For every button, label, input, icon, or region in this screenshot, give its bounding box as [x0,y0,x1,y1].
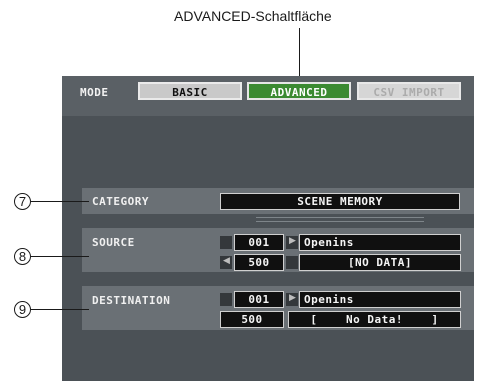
destination-label: DESTINATION [92,294,171,307]
arrow-right-icon: ▶ [289,236,296,246]
destination-name-1[interactable]: Openins [299,291,461,308]
callout-number-9: 9 [14,301,31,318]
source-row2-left-arrow[interactable]: ◀ [220,256,232,269]
source-row1-right-arrow[interactable]: ▶ [286,236,298,249]
destination-row1-left-arrow[interactable] [220,293,232,306]
source-name-2[interactable]: [NO DATA] [299,254,461,271]
destination-name-2[interactable]: [ No Data! ] [288,311,461,328]
source-label: SOURCE [92,236,135,249]
callout-leader-8 [31,256,89,257]
category-value[interactable]: SCENE MEMORY [220,193,460,210]
arrow-left-icon: ◀ [223,256,230,266]
source-number-2[interactable]: 500 [234,254,284,271]
advanced-button-callout: ADVANCED-Schaltfläche [174,8,332,24]
mode-label: MODE [80,86,109,99]
source-row2-right-arrow[interactable] [286,256,298,269]
source-number-1[interactable]: 001 [234,234,284,251]
callout-leader-9 [31,309,89,310]
destination-number-2[interactable]: 500 [220,311,284,328]
separator-line [256,221,424,222]
csv-import-button[interactable]: CSV IMPORT [357,82,461,100]
source-name-1[interactable]: Openins [299,234,461,251]
advanced-button[interactable]: ADVANCED [247,82,351,100]
category-label: CATEGORY [92,195,149,208]
arrow-right-icon: ▶ [289,293,296,303]
basic-button[interactable]: BASIC [138,82,242,100]
callout-number-7: 7 [14,193,31,210]
separator-line [256,217,424,218]
destination-row1-right-arrow[interactable]: ▶ [286,293,298,306]
callout-number-8: 8 [14,248,31,265]
callout-leader-7 [31,201,89,202]
source-row1-left-arrow[interactable] [220,236,232,249]
destination-number-1[interactable]: 001 [234,291,284,308]
